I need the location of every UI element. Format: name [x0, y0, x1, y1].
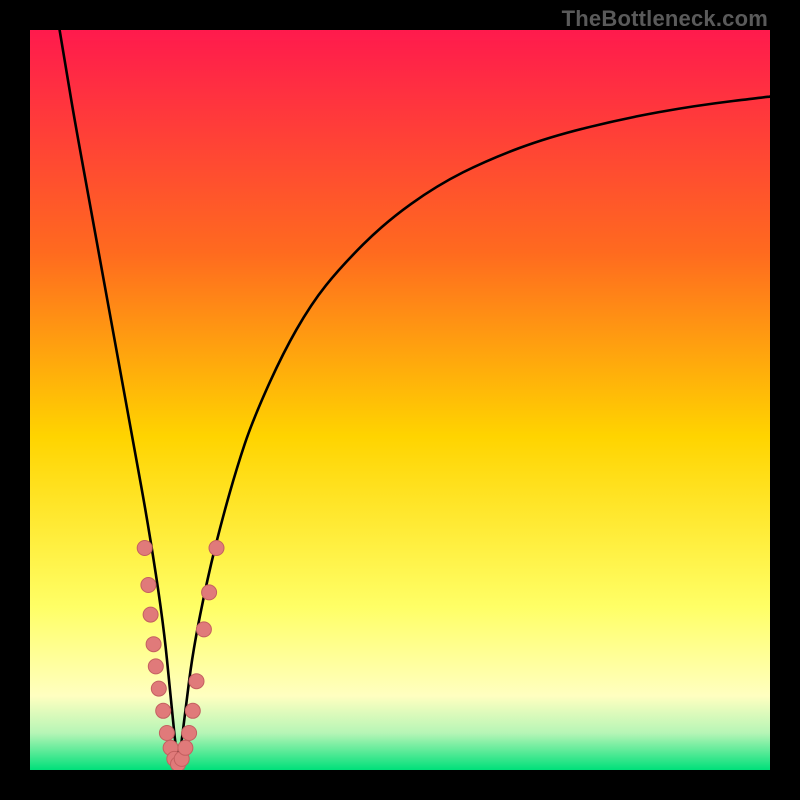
sample-dot — [143, 607, 158, 622]
sample-dot — [185, 703, 200, 718]
sample-dot — [146, 637, 161, 652]
sample-dot — [159, 726, 174, 741]
sample-dot — [189, 674, 204, 689]
watermark-text: TheBottleneck.com — [562, 6, 768, 32]
sample-dot — [209, 541, 224, 556]
sample-dot — [196, 622, 211, 637]
sample-dots-group — [137, 541, 224, 771]
sample-dot — [178, 740, 193, 755]
sample-dot — [141, 578, 156, 593]
sample-dot — [151, 681, 166, 696]
sample-dot — [182, 726, 197, 741]
bottleneck-curve — [60, 30, 770, 754]
sample-dot — [202, 585, 217, 600]
plot-area — [30, 30, 770, 770]
sample-dot — [137, 541, 152, 556]
sample-dot — [148, 659, 163, 674]
sample-dot — [156, 703, 171, 718]
chart-svg — [30, 30, 770, 770]
chart-frame: TheBottleneck.com — [0, 0, 800, 800]
